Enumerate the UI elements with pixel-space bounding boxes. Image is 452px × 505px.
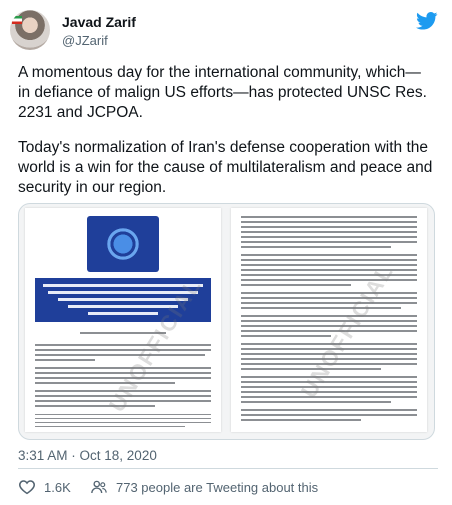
tweet-text-paragraph-1: A momentous day for the international co… xyxy=(18,64,427,121)
heart-icon xyxy=(19,480,35,495)
divider xyxy=(18,468,438,469)
document-page-1: UNOFFICIAL xyxy=(25,208,221,432)
author-handle[interactable]: @JZarif xyxy=(62,33,108,48)
twitter-bird-icon[interactable] xyxy=(416,12,438,30)
author-name[interactable]: Javad Zarif xyxy=(62,14,136,30)
tweet-text-paragraph-2: Today's normalization of Iran's defense … xyxy=(18,139,433,196)
tweet-card: Javad Zarif @JZarif A momentous day for … xyxy=(0,0,452,505)
avatar[interactable] xyxy=(10,10,50,50)
like-button[interactable]: 1.6K xyxy=(18,478,71,496)
people-tweeting-text: 773 people are Tweeting about this xyxy=(116,479,319,495)
people-tweeting-link[interactable]: 773 people are Tweeting about this xyxy=(90,478,318,496)
tweet-timestamp[interactable]: 3:31 AM · Oct 18, 2020 xyxy=(18,448,157,463)
tweet-media-image[interactable]: UNOFFICIAL UNOFFICIAL xyxy=(18,203,435,440)
people-icon xyxy=(91,480,107,494)
ministry-seal xyxy=(87,216,159,272)
like-count: 1.6K xyxy=(44,479,71,495)
document-page-2: UNOFFICIAL xyxy=(231,208,427,432)
